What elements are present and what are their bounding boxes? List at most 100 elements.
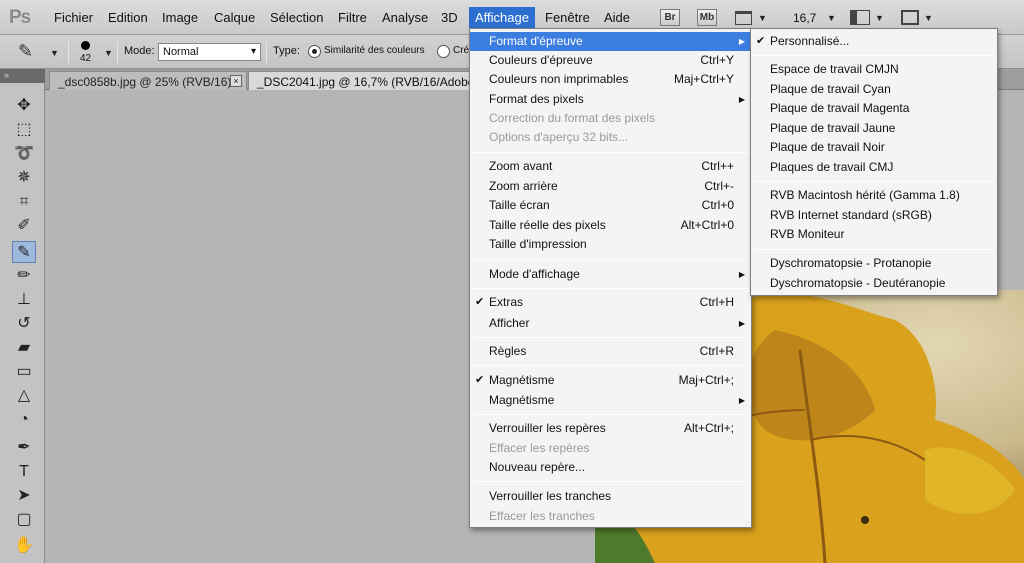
submenu-item-rvb-moniteur[interactable]: RVB Moniteur <box>751 225 997 244</box>
chevron-right-icon: ▶ <box>738 396 745 405</box>
menu-item-regles[interactable]: Règles Ctrl+R <box>470 342 751 361</box>
submenu-item-plaque-cyan[interactable]: Plaque de travail Cyan <box>751 80 997 99</box>
quick-selection-tool-icon[interactable]: ✵ <box>12 167 36 189</box>
submenu-item-plaques-cmj[interactable]: Plaques de travail CMJ <box>751 158 997 177</box>
menu-item-verrouiller-tranches[interactable]: Verrouiller les tranches <box>470 487 751 506</box>
menu-calque[interactable]: Calque <box>214 10 255 25</box>
menu-fichier[interactable]: Fichier <box>54 10 93 25</box>
menu-affichage[interactable]: Affichage <box>469 7 535 28</box>
mode-select[interactable]: Normal ▾ <box>158 43 261 61</box>
lasso-tool-icon[interactable]: ➰ <box>12 143 36 165</box>
menu-item-extras[interactable]: ✔ Extras Ctrl+H <box>470 293 751 312</box>
menu-separator <box>754 55 994 56</box>
arrange-documents-icon[interactable] <box>850 10 870 25</box>
menu-separator <box>473 481 748 482</box>
chevron-down-icon[interactable]: ▼ <box>50 48 59 58</box>
menu-item-zoom-avant[interactable]: Zoom avant Ctrl++ <box>470 157 751 176</box>
menu-3d[interactable]: 3D <box>441 10 458 25</box>
menu-selection[interactable]: Sélection <box>270 10 323 25</box>
menu-item-effacer-tranches: Effacer les tranches <box>489 509 595 523</box>
menu-item-verrouiller-reperes[interactable]: Verrouiller les repères Alt+Ctrl+; <box>470 419 751 438</box>
eraser-tool-icon[interactable]: ▰ <box>12 337 36 359</box>
menu-separator <box>473 414 748 415</box>
chevron-down-icon: ▾ <box>250 46 256 57</box>
menu-item-format-epreuve[interactable]: Format d'épreuve ▶ <box>470 32 751 51</box>
menu-item-afficher[interactable]: Afficher ▶ <box>470 314 751 333</box>
menu-item-couleurs-epreuve[interactable]: Couleurs d'épreuve Ctrl+Y <box>470 51 751 70</box>
submenu-item-plaque-jaune[interactable]: Plaque de travail Jaune <box>751 119 997 138</box>
screen-mode-icon[interactable] <box>901 10 919 25</box>
menu-item-format-pixels[interactable]: Format des pixels ▶ <box>470 90 751 109</box>
menu-item-mode-affichage[interactable]: Mode d'affichage ▶ <box>470 265 751 284</box>
submenu-item-plaque-noir[interactable]: Plaque de travail Noir <box>751 138 997 157</box>
menu-item-magnetisme-sub[interactable]: Magnétisme ▶ <box>470 391 751 410</box>
crop-tool-icon[interactable]: ⌗ <box>12 191 36 213</box>
tab-dsc2041[interactable]: _DSC2041.jpg @ 16,7% (RVB/16/Adobe R <box>248 71 483 90</box>
clone-stamp-tool-icon[interactable]: ⊥ <box>12 289 36 311</box>
filmstrip-icon[interactable] <box>735 11 752 25</box>
zoom-level[interactable]: 16,7 <box>793 11 816 25</box>
menu-item-options-apercu-32bits: Options d'aperçu 32 bits... <box>489 130 629 144</box>
rectangle-tool-icon[interactable]: ▢ <box>12 509 36 531</box>
type-label: Type: <box>273 45 300 57</box>
submenu-item-plaque-magenta[interactable]: Plaque de travail Magenta <box>751 99 997 118</box>
bridge-button[interactable]: Br <box>660 9 680 26</box>
menu-item-taille-ecran[interactable]: Taille écran Ctrl+0 <box>470 196 751 215</box>
radio-creer-texture[interactable] <box>437 45 450 58</box>
submenu-item-rvb-macintosh[interactable]: RVB Macintosh hérité (Gamma 1.8) <box>751 186 997 205</box>
dodge-tool-icon[interactable]: ◔ <box>12 409 36 431</box>
menu-separator <box>473 152 748 153</box>
chevron-down-icon[interactable]: ▼ <box>827 13 836 23</box>
brush-tool-icon[interactable]: ✏ <box>12 265 36 287</box>
type-tool-icon[interactable]: T <box>12 461 36 483</box>
menu-analyse[interactable]: Analyse <box>382 10 428 25</box>
submenu-item-protanopie[interactable]: Dyschromatopsie - Protanopie <box>751 254 997 273</box>
tools-panel-header[interactable]: » <box>0 69 45 83</box>
menu-edition[interactable]: Edition <box>108 10 148 25</box>
chevron-down-icon[interactable]: ▼ <box>758 13 767 23</box>
radio-creer-label: Cré <box>453 45 470 56</box>
chevron-down-icon[interactable]: ▼ <box>875 13 884 23</box>
menu-fenetre[interactable]: Fenêtre <box>545 10 590 25</box>
eyedropper-tool-icon[interactable]: ✐ <box>12 215 36 237</box>
submenu-item-rvb-srgb[interactable]: RVB Internet standard (sRGB) <box>751 206 997 225</box>
menu-item-taille-impression[interactable]: Taille d'impression <box>470 235 751 254</box>
tab-label: _dsc0858b.jpg @ 25% (RVB/16) <box>58 75 232 89</box>
history-brush-tool-icon[interactable]: ↺ <box>12 313 36 335</box>
hand-tool-icon[interactable]: ✋ <box>12 535 36 557</box>
tab-dsc0858b[interactable]: _dsc0858b.jpg @ 25% (RVB/16) × <box>49 71 247 90</box>
menu-item-taille-reelle-pixels[interactable]: Taille réelle des pixels Alt+Ctrl+0 <box>470 216 751 235</box>
tools-panel: » ✥ ⬚ ➰ ✵ ⌗ ✐ ✎ ✏ ⊥ ↺ ▰ ▭ △ ◔ ✒ T ➤ ▢ ✋ <box>0 69 45 563</box>
mode-value: Normal <box>163 46 199 58</box>
divider <box>117 41 118 63</box>
menu-item-nouveau-repere[interactable]: Nouveau repère... <box>470 458 751 477</box>
photoshop-logo: Ps <box>9 7 31 28</box>
menu-item-magnetisme-toggle[interactable]: ✔ Magnétisme Maj+Ctrl+; <box>470 371 751 390</box>
close-icon[interactable]: × <box>230 75 242 87</box>
path-selection-tool-icon[interactable]: ➤ <box>12 485 36 507</box>
submenu-item-deuteranopie[interactable]: Dyschromatopsie - Deutéranopie <box>751 274 997 293</box>
pen-tool-icon[interactable]: ✒ <box>12 437 36 459</box>
chevron-down-icon[interactable]: ▼ <box>104 48 113 58</box>
move-tool-icon[interactable]: ✥ <box>12 95 36 117</box>
mode-label: Mode: <box>124 45 155 57</box>
menu-item-correction-format-pixels: Correction du format des pixels <box>489 111 656 125</box>
submenu-item-espace-cmjn[interactable]: Espace de travail CMJN <box>751 60 997 79</box>
blur-tool-icon[interactable]: △ <box>12 385 36 407</box>
menu-filtre[interactable]: Filtre <box>338 10 367 25</box>
menu-image[interactable]: Image <box>162 10 198 25</box>
radio-similarite-label: Similarité des couleurs <box>324 45 425 56</box>
chevron-down-icon[interactable]: ▼ <box>924 13 933 23</box>
marquee-tool-icon[interactable]: ⬚ <box>12 119 36 141</box>
menu-item-zoom-arriere[interactable]: Zoom arrière Ctrl+- <box>470 177 751 196</box>
brush-preview-icon[interactable] <box>81 41 90 50</box>
submenu-item-personnalise[interactable]: ✔ Personnalisé... <box>751 32 997 51</box>
mini-bridge-button[interactable]: Mb <box>697 9 717 26</box>
menu-item-couleurs-non-imprimables[interactable]: Couleurs non imprimables Maj+Ctrl+Y <box>470 70 751 89</box>
spot-healing-tool-icon[interactable]: ✎ <box>12 241 36 263</box>
spot-healing-brush-icon[interactable]: ✎ <box>18 41 33 62</box>
menu-separator <box>473 337 748 338</box>
radio-similarite[interactable] <box>308 45 321 58</box>
menu-aide[interactable]: Aide <box>604 10 630 25</box>
gradient-tool-icon[interactable]: ▭ <box>12 361 36 383</box>
